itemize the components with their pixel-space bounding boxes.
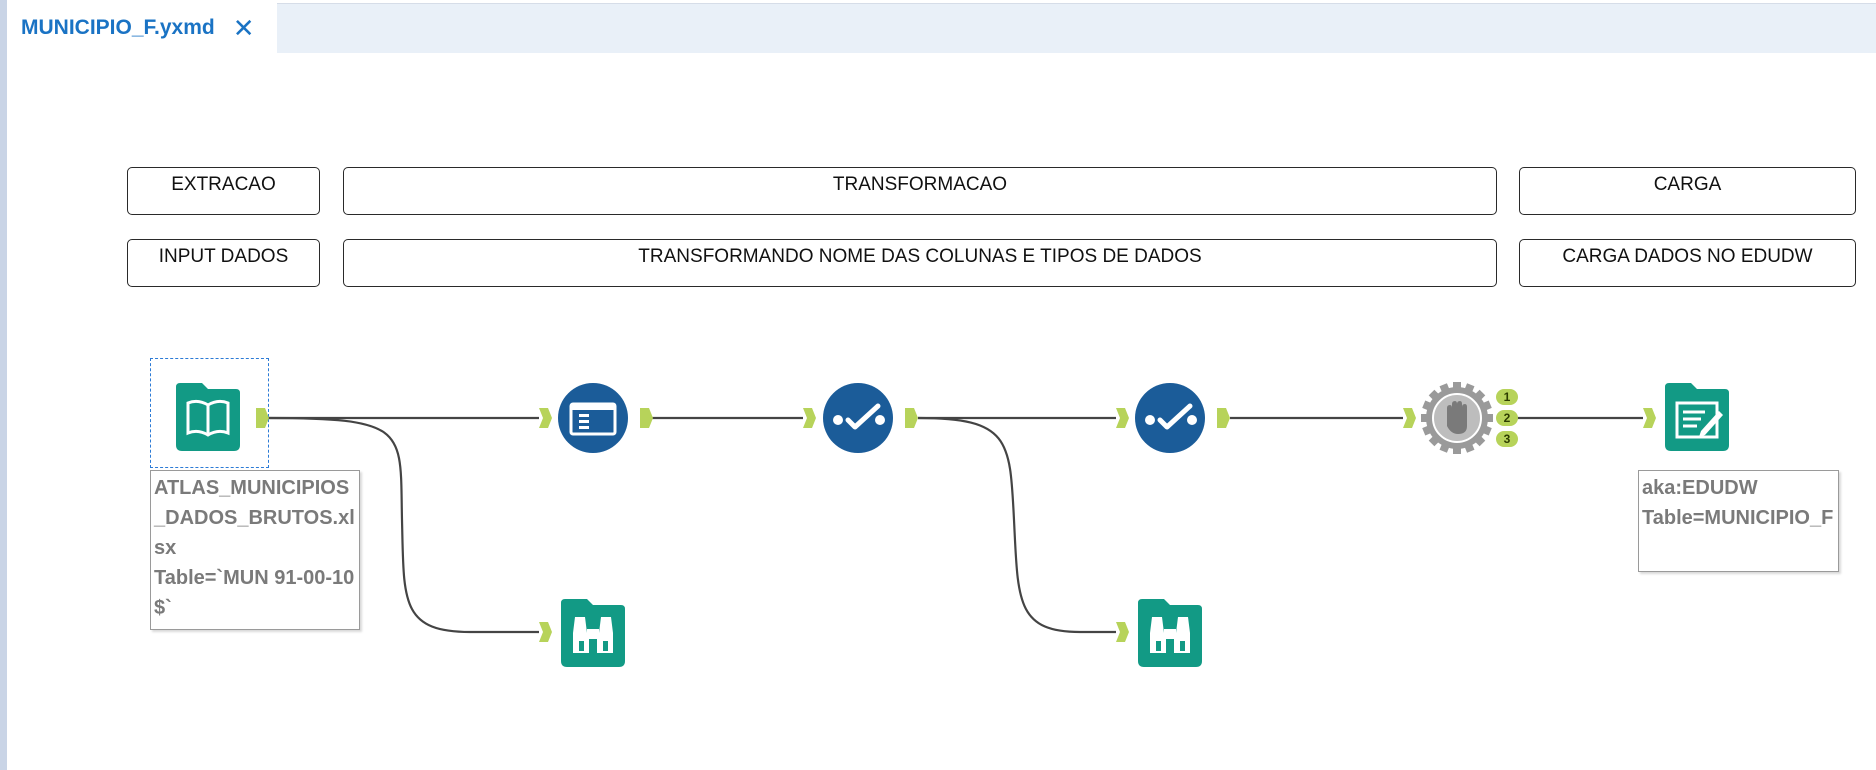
output-anchor[interactable] <box>1217 408 1230 428</box>
input-annotation: ATLAS_MUNICIPIOS_DADOS_BRUTOS.xlsx Table… <box>150 470 360 630</box>
input-anchor[interactable] <box>1116 408 1129 428</box>
output-anchor[interactable] <box>256 408 269 428</box>
connection-wires <box>267 416 1643 634</box>
wire-formula1-to-browse2[interactable] <box>917 416 1116 634</box>
binoculars-icon <box>1138 599 1202 667</box>
output-annotation: aka:EDUDW Table=MUNICIPIO_F <box>1638 470 1839 572</box>
test-output-2[interactable]: 2 <box>1496 410 1518 426</box>
input-anchor[interactable] <box>803 408 816 428</box>
test-output-1[interactable]: 1 <box>1496 389 1518 405</box>
input-anchor[interactable] <box>1403 408 1416 428</box>
binoculars-icon <box>561 599 625 667</box>
input-anchor[interactable] <box>539 408 552 428</box>
output-anchor[interactable] <box>905 408 918 428</box>
input-anchor[interactable] <box>1116 622 1129 642</box>
formula-tool-2[interactable] <box>1134 382 1206 454</box>
output-anchor[interactable] <box>640 408 653 428</box>
browse-tool-2[interactable] <box>1134 597 1206 669</box>
output-data-tool[interactable] <box>1661 381 1733 453</box>
select-icon <box>558 383 628 453</box>
input-data-tool[interactable] <box>172 381 244 453</box>
formula-tool-1[interactable] <box>822 382 894 454</box>
select-tool[interactable] <box>557 382 629 454</box>
input-anchor[interactable] <box>539 622 552 642</box>
checkmark-icon <box>1135 383 1205 453</box>
test-output-3[interactable]: 3 <box>1496 431 1518 447</box>
test-tool[interactable] <box>1421 382 1493 454</box>
book-icon <box>176 383 240 451</box>
checkmark-icon <box>823 383 893 453</box>
hand-stop-icon <box>1421 382 1493 454</box>
write-icon <box>1665 383 1729 451</box>
input-anchor[interactable] <box>1643 408 1656 428</box>
browse-tool-1[interactable] <box>557 597 629 669</box>
